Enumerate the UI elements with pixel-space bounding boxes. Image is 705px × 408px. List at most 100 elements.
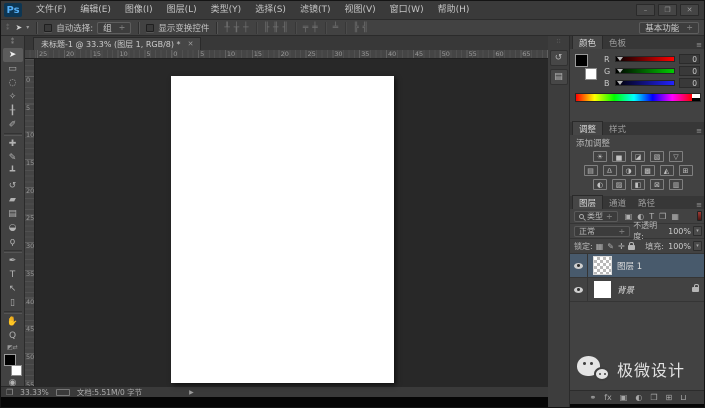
layer-row-layer1[interactable]: 图层 1 bbox=[570, 254, 704, 278]
tab-swatches[interactable]: 色板 bbox=[603, 36, 632, 49]
close-button[interactable]: ✕ bbox=[680, 4, 699, 16]
layers-action-button[interactable]: fx bbox=[604, 393, 612, 402]
foreground-color-swatch[interactable] bbox=[575, 54, 588, 67]
menu-item[interactable]: 编辑(E) bbox=[73, 1, 118, 19]
eyedropper-tool[interactable]: ✐ bbox=[3, 118, 23, 132]
workspace-dropdown[interactable]: 基本功能 ÷ bbox=[639, 21, 699, 34]
tab-layers[interactable]: 图层 bbox=[572, 195, 604, 209]
align-button[interactable]: ╫ bbox=[273, 23, 278, 33]
align-button[interactable]: ╣ bbox=[363, 23, 368, 33]
align-button[interactable]: ╤ bbox=[303, 23, 308, 33]
maximize-button[interactable]: ❐ bbox=[658, 4, 677, 16]
pen-tool[interactable]: ✒ bbox=[3, 254, 23, 268]
menu-item[interactable]: 视图(V) bbox=[337, 1, 382, 19]
history-brush-tool[interactable]: ↺ bbox=[3, 179, 23, 193]
foreground-color-swatch[interactable] bbox=[3, 354, 16, 366]
layer-thumbnail[interactable] bbox=[594, 281, 611, 298]
tab-color[interactable]: 颜色 bbox=[572, 35, 604, 49]
adjustment-button[interactable]: ◭ bbox=[659, 165, 674, 176]
adjustment-button[interactable]: ▥ bbox=[669, 179, 683, 190]
shape-tool[interactable]: ▯ bbox=[3, 296, 23, 310]
adjustment-button[interactable]: ⊞ bbox=[678, 165, 693, 176]
show-transform-checkbox[interactable] bbox=[146, 23, 155, 32]
align-button[interactable]: ╪ bbox=[312, 23, 317, 33]
layer-name[interactable]: 图层 1 bbox=[617, 260, 642, 272]
align-button[interactable]: ┼ bbox=[243, 23, 248, 33]
filter-kind-button[interactable]: ▣ bbox=[625, 212, 633, 221]
layers-action-button[interactable]: ◐ bbox=[635, 393, 642, 402]
fill-dropdown-icon[interactable]: ▾ bbox=[693, 241, 702, 251]
align-button[interactable]: ╠ bbox=[353, 23, 358, 33]
red-value[interactable]: 0 bbox=[679, 54, 700, 64]
gradient-tool[interactable]: ▤ bbox=[3, 207, 23, 221]
auto-select-dropdown[interactable]: 组 ÷ bbox=[97, 21, 132, 34]
tab-close-icon[interactable]: ✕ bbox=[188, 40, 194, 48]
align-button[interactable]: ╟ bbox=[264, 23, 269, 33]
eraser-tool[interactable]: ▰ bbox=[3, 193, 23, 207]
path-select-tool[interactable]: ↖ bbox=[3, 282, 23, 296]
toolbar-grip[interactable]: ⁑ bbox=[11, 37, 15, 48]
panel-menu-icon[interactable]: ≡ bbox=[696, 127, 702, 135]
adjustment-button[interactable]: ◐ bbox=[593, 179, 607, 190]
layer-row-background[interactable]: 背景 bbox=[570, 278, 704, 302]
green-value[interactable]: 0 bbox=[679, 66, 700, 76]
menu-item[interactable]: 窗口(W) bbox=[383, 1, 431, 19]
adjustment-button[interactable]: ◑ bbox=[621, 165, 636, 176]
canvas-background[interactable] bbox=[35, 59, 548, 386]
lasso-tool[interactable]: ◌ bbox=[3, 76, 23, 90]
adjustment-button[interactable]: ▅ bbox=[612, 151, 626, 162]
align-button[interactable] bbox=[345, 21, 347, 34]
marquee-tool[interactable]: ▭ bbox=[3, 62, 23, 76]
move-tool[interactable]: ➤ bbox=[2, 48, 23, 62]
menu-item[interactable]: 帮助(H) bbox=[431, 1, 477, 19]
layers-action-button[interactable]: ⚭ bbox=[590, 393, 597, 402]
properties-panel-icon[interactable]: ▤ bbox=[549, 69, 568, 85]
align-button[interactable]: ╧ bbox=[333, 23, 338, 33]
panel-menu-icon[interactable]: ≡ bbox=[696, 41, 702, 49]
align-button[interactable]: ╁ bbox=[234, 23, 239, 33]
fill-value[interactable]: 100% bbox=[667, 242, 691, 251]
blue-value[interactable]: 0 bbox=[679, 78, 700, 88]
adjustment-button[interactable]: ◪ bbox=[631, 151, 645, 162]
align-button[interactable]: ╀ bbox=[224, 23, 229, 33]
color-swatch-pair[interactable] bbox=[575, 54, 599, 80]
spectrum-black-swatch[interactable] bbox=[692, 97, 700, 101]
visibility-toggle[interactable] bbox=[570, 278, 588, 301]
hand-tool[interactable]: ✋ bbox=[3, 315, 23, 329]
history-panel-icon[interactable]: ↺ bbox=[549, 50, 568, 66]
lock-button[interactable]: ✛ bbox=[618, 242, 625, 251]
opacity-value[interactable]: 100% bbox=[667, 227, 691, 236]
green-slider[interactable] bbox=[615, 68, 675, 74]
opacity-dropdown-icon[interactable]: ▾ bbox=[693, 226, 702, 236]
filter-type-dropdown[interactable]: 类型 ÷ bbox=[574, 210, 618, 222]
menu-item[interactable]: 图像(I) bbox=[118, 1, 160, 19]
menu-item[interactable]: 滤镜(T) bbox=[293, 1, 338, 19]
background-color-swatch[interactable] bbox=[585, 68, 597, 80]
adjustment-button[interactable]: ♎ bbox=[602, 165, 617, 176]
adjustment-button[interactable]: ☀ bbox=[593, 151, 607, 162]
filter-toggle-switch[interactable] bbox=[697, 211, 702, 221]
color-spectrum-bar[interactable] bbox=[575, 93, 701, 102]
align-button[interactable] bbox=[294, 21, 296, 34]
align-button[interactable] bbox=[255, 21, 257, 34]
zoom-level[interactable]: 33.33% bbox=[20, 388, 49, 397]
lock-all-icon[interactable] bbox=[627, 242, 635, 250]
layers-action-button[interactable]: ❒ bbox=[650, 393, 657, 402]
clone-stamp-tool[interactable]: ┻ bbox=[3, 165, 23, 179]
dodge-tool[interactable]: ϙ bbox=[3, 235, 23, 249]
swap-colors-icon[interactable]: ◩⇄ bbox=[7, 343, 18, 352]
canvas-page[interactable] bbox=[171, 76, 394, 383]
crop-tool[interactable]: ╂ bbox=[3, 104, 23, 118]
foreground-background-swatches[interactable] bbox=[3, 354, 23, 376]
blend-mode-dropdown[interactable]: 正常 ÷ bbox=[574, 225, 631, 237]
align-button[interactable]: ╢ bbox=[282, 23, 287, 33]
status-arrow-icon[interactable]: ▶ bbox=[189, 389, 194, 396]
layers-action-button[interactable]: ⊞ bbox=[666, 393, 673, 402]
tab-adjustments[interactable]: 调整 bbox=[572, 121, 604, 135]
adjustment-button[interactable]: ⊠ bbox=[650, 179, 664, 190]
background-color-swatch[interactable] bbox=[10, 365, 22, 376]
menu-item[interactable]: 图层(L) bbox=[160, 1, 204, 19]
brush-tool[interactable]: ✎ bbox=[3, 151, 23, 165]
menu-item[interactable]: 文件(F) bbox=[29, 1, 73, 19]
layer-thumbnail[interactable] bbox=[593, 256, 612, 275]
